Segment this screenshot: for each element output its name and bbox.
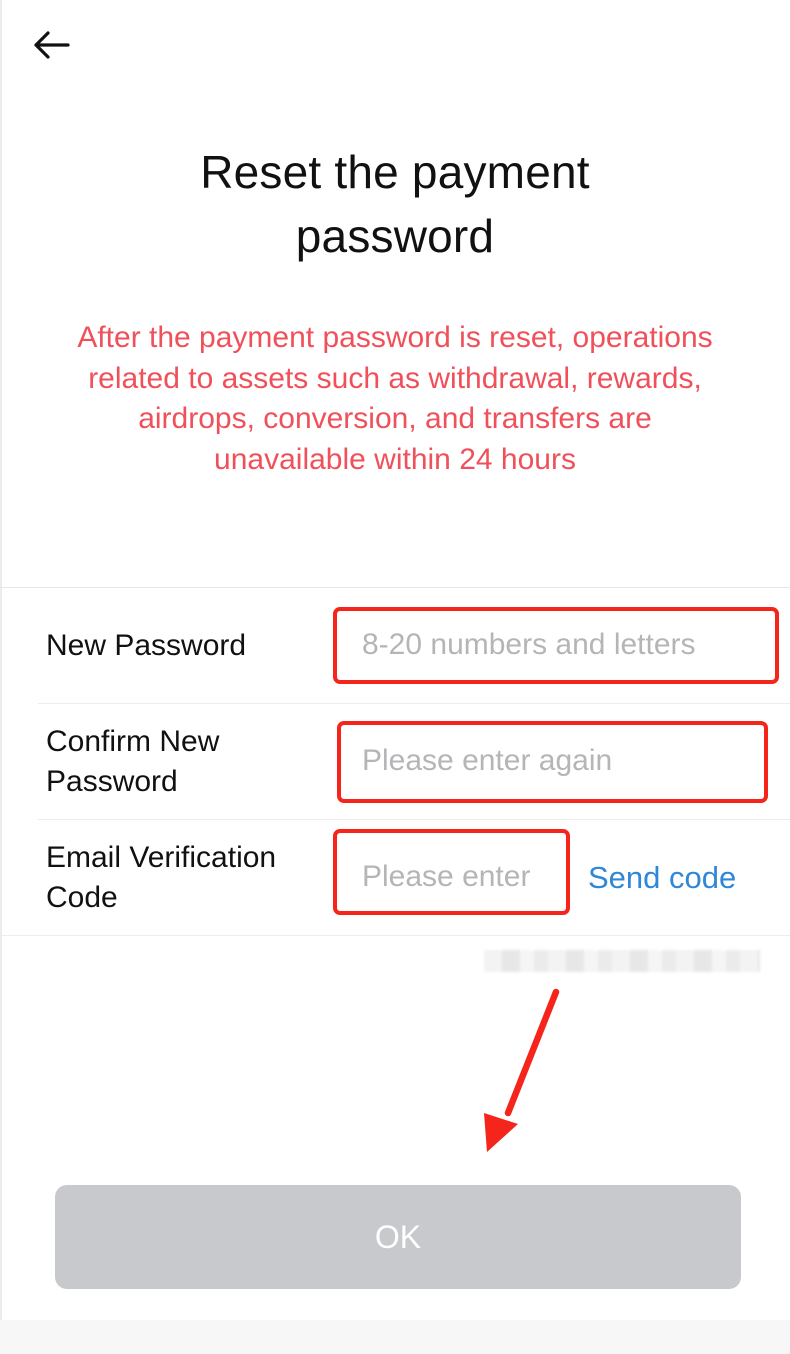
reset-warning-text: After the payment password is reset, ope… <box>77 321 713 476</box>
back-button[interactable] <box>26 22 76 68</box>
email-code-input[interactable] <box>362 856 542 898</box>
new-password-row: New Password <box>0 588 790 703</box>
confirm-password-row: Confirm New Password <box>0 704 790 819</box>
reset-payment-password-page: Reset the payment password After the pay… <box>0 0 790 1354</box>
confirm-password-label: Confirm New Password <box>46 725 220 798</box>
confirm-password-input[interactable] <box>362 740 752 782</box>
new-password-label: New Password <box>46 629 247 662</box>
page-title: Reset the payment password <box>200 146 590 262</box>
blurred-hint-text <box>484 950 760 972</box>
send-code-button[interactable]: Send code <box>588 857 736 899</box>
ok-button[interactable]: OK <box>55 1185 741 1289</box>
email-code-label: Email Verification Code <box>46 841 277 914</box>
red-arrow-annotation <box>484 988 560 1152</box>
arrow-left-icon <box>34 31 70 59</box>
new-password-input[interactable] <box>362 624 754 666</box>
form-bottom-divider <box>0 935 790 936</box>
bottom-safe-area <box>0 1320 790 1354</box>
